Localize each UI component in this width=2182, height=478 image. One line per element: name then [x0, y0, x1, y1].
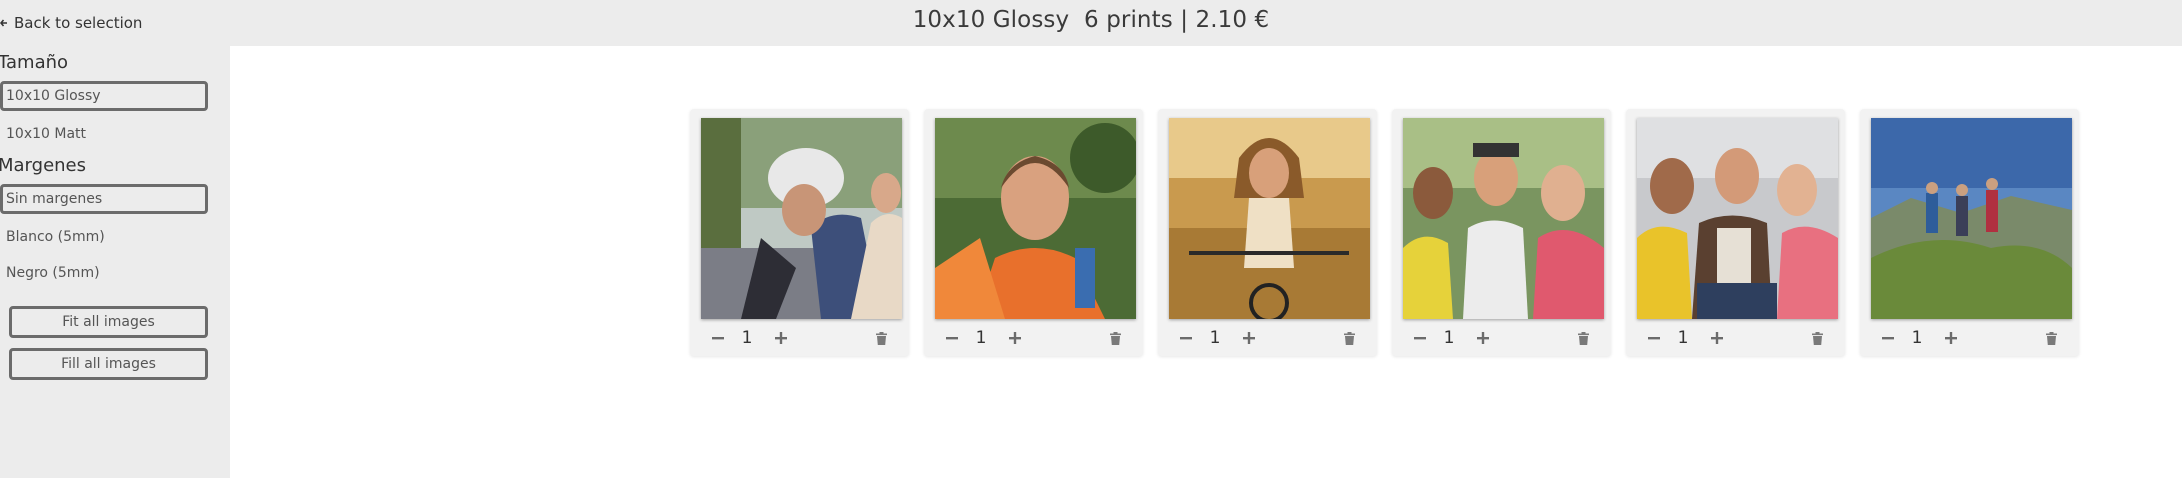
increase-quantity-button[interactable]	[1005, 325, 1025, 351]
print-controls: 1	[1158, 325, 1377, 351]
plus-icon	[1945, 332, 1957, 344]
print-controls: 1	[1626, 325, 1845, 351]
plus-icon	[1009, 332, 1021, 344]
size-option-glossy[interactable]: 10x10 Glossy	[0, 81, 208, 111]
photo-woman-on-bicycle	[1169, 118, 1370, 319]
size-section-title: Tamaño	[0, 52, 69, 73]
title-product: 10x10 Glossy	[912, 7, 1070, 33]
print-controls: 1	[1392, 325, 1611, 351]
page-title: 10x10 Glossy 6 prints | 2.10 €	[0, 7, 2182, 33]
title-prints: 6 prints	[1084, 7, 1173, 33]
print-controls: 1	[1860, 325, 2079, 351]
margin-option-none[interactable]: Sin margenes	[0, 184, 208, 214]
print-photo[interactable]	[1637, 118, 1838, 319]
trash-icon	[875, 331, 887, 345]
minus-icon	[1180, 337, 1192, 340]
quantity-value[interactable]: 1	[968, 325, 994, 351]
print-photo[interactable]	[935, 118, 1136, 319]
margin-section-title: Margenes	[0, 155, 87, 176]
plus-icon	[775, 332, 787, 344]
decrease-quantity-button[interactable]	[1878, 325, 1898, 351]
increase-quantity-button[interactable]	[1707, 325, 1727, 351]
decrease-quantity-button[interactable]	[1410, 325, 1430, 351]
plus-icon	[1711, 332, 1723, 344]
print-photo[interactable]	[1169, 118, 1370, 319]
print-card: 1	[924, 109, 1143, 356]
plus-icon	[1477, 332, 1489, 344]
minus-icon	[1414, 337, 1426, 340]
increase-quantity-button[interactable]	[1473, 325, 1493, 351]
print-photo[interactable]	[701, 118, 902, 319]
trash-icon	[1343, 331, 1355, 345]
print-card: 1	[690, 109, 909, 356]
quantity-value[interactable]: 1	[1670, 325, 1696, 351]
decrease-quantity-button[interactable]	[1176, 325, 1196, 351]
minus-icon	[1882, 337, 1894, 340]
print-card: 1	[1158, 109, 1377, 356]
quantity-value[interactable]: 1	[734, 325, 760, 351]
trash-icon	[1577, 331, 1589, 345]
quantity-value[interactable]: 1	[1436, 325, 1462, 351]
fit-all-images-button[interactable]: Fit all images	[9, 306, 208, 338]
margin-option-white[interactable]: Blanco (5mm)	[0, 222, 208, 252]
decrease-quantity-button[interactable]	[708, 325, 728, 351]
decrease-quantity-button[interactable]	[942, 325, 962, 351]
photo-three-friends-smiling	[1637, 118, 1838, 319]
fill-all-images-button[interactable]: Fill all images	[9, 348, 208, 380]
sidebar: Tamaño 10x10 Glossy 10x10 Matt Margenes …	[0, 46, 230, 478]
photo-couple-on-scooter	[701, 118, 902, 319]
increase-quantity-button[interactable]	[771, 325, 791, 351]
plus-icon	[1243, 332, 1255, 344]
delete-print-button[interactable]	[1340, 325, 1358, 351]
decrease-quantity-button[interactable]	[1644, 325, 1664, 351]
delete-print-button[interactable]	[1106, 325, 1124, 351]
photo-hikers-on-mountain	[1871, 118, 2072, 319]
increase-quantity-button[interactable]	[1239, 325, 1259, 351]
quantity-value[interactable]: 1	[1904, 325, 1930, 351]
minus-icon	[1648, 337, 1660, 340]
print-photo[interactable]	[1403, 118, 1604, 319]
print-controls: 1	[690, 325, 909, 351]
trash-icon	[2045, 331, 2057, 345]
title-price: 2.10 €	[1195, 7, 1270, 33]
delete-print-button[interactable]	[1808, 325, 1826, 351]
margin-option-black[interactable]: Negro (5mm)	[0, 258, 208, 288]
title-separator: |	[1180, 7, 1189, 33]
size-option-matt[interactable]: 10x10 Matt	[0, 119, 208, 149]
print-photo[interactable]	[1871, 118, 2072, 319]
delete-print-button[interactable]	[1574, 325, 1592, 351]
photo-friends-group-selfie	[1403, 118, 1604, 319]
increase-quantity-button[interactable]	[1941, 325, 1961, 351]
print-card: 1	[1392, 109, 1611, 356]
print-card: 1	[1626, 109, 1845, 356]
trash-icon	[1109, 331, 1121, 345]
minus-icon	[712, 337, 724, 340]
print-card: 1	[1860, 109, 2079, 356]
top-bar: Back to selection 10x10 Glossy 6 prints …	[0, 0, 2182, 46]
trash-icon	[1811, 331, 1823, 345]
minus-icon	[946, 337, 958, 340]
print-controls: 1	[924, 325, 1143, 351]
delete-print-button[interactable]	[872, 325, 890, 351]
quantity-value[interactable]: 1	[1202, 325, 1228, 351]
photo-hiker-selfie	[935, 118, 1136, 319]
delete-print-button[interactable]	[2042, 325, 2060, 351]
